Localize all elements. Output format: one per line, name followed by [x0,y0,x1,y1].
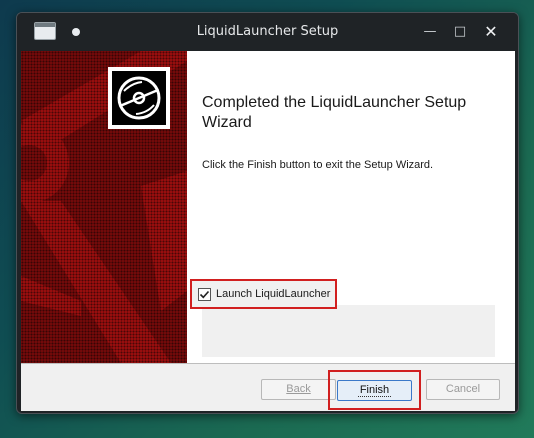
close-button[interactable]: ✕ [480,21,502,43]
disc-icon [117,76,161,120]
wizard-heading: Completed the LiquidLauncher Setup Wizar… [202,94,467,131]
setup-window: LiquidLauncher Setup — □ ✕ Completed the… [16,12,519,414]
wizard-description: Click the Finish button to exit the Setu… [202,159,434,171]
cancel-button[interactable]: Cancel [426,379,500,400]
wizard-content: Completed the LiquidLauncher Setup Wizar… [21,51,515,363]
product-logo [108,67,170,129]
button-bar: Back Finish Cancel [21,363,515,411]
maximize-button[interactable]: □ [449,21,471,43]
side-banner [21,51,187,363]
back-button-label: Back [286,383,311,395]
finish-button-label: Finish [357,384,392,397]
title-bar[interactable]: LiquidLauncher Setup — □ ✕ [17,13,518,51]
launch-app-option[interactable]: Launch LiquidLauncher [190,279,337,309]
cancel-button-label: Cancel [445,383,481,395]
finish-button[interactable]: Finish [337,380,412,401]
launch-checkbox[interactable] [198,287,211,301]
back-button[interactable]: Back [261,379,336,400]
minimize-button[interactable]: — [419,21,441,43]
options-panel [202,305,495,357]
window-title: LiquidLauncher Setup [196,24,339,39]
finish-highlight: Finish [328,370,421,410]
launch-checkbox-label: Launch LiquidLauncher [216,288,331,300]
checkmark-icon [199,290,210,298]
